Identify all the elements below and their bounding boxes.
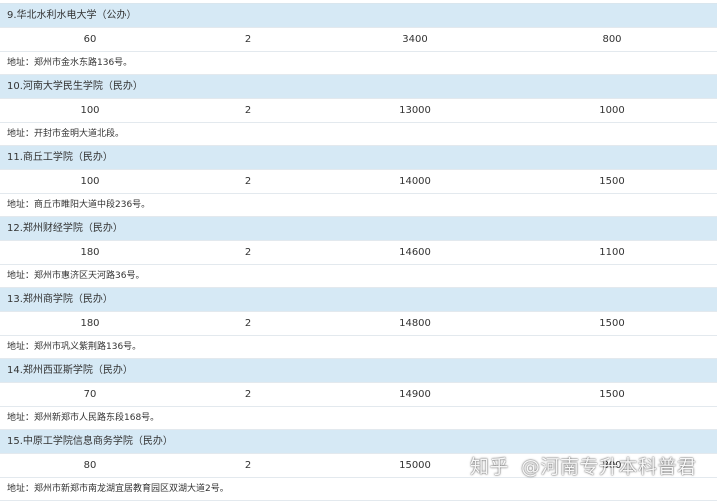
value-cell: 100 [80, 105, 100, 116]
value-cell: 60 [83, 34, 97, 45]
school-address: 地址：郑州市新郑市南龙湖宜居教育园区双湖大道2号。 [0, 478, 717, 501]
school-values-row: 60 2 3400 800 [0, 28, 717, 52]
value-cell: 180 [80, 318, 100, 329]
school-values-row: 70 2 14900 1500 [0, 383, 717, 407]
school-block-13: 13.郑州商学院（民办） 180 2 14800 1500 地址：郑州市巩义紫荆… [0, 288, 717, 359]
value-cell: 1500 [599, 176, 625, 187]
school-address: 地址：郑州新郑市人民路东段168号。 [0, 407, 717, 430]
school-values-row: 100 2 13000 1000 [0, 99, 717, 123]
value-cell: 80 [83, 460, 97, 471]
value-cell: 14900 [399, 389, 431, 400]
school-table: 9.华北水利水电大学（公办） 60 2 3400 800 地址：郑州市金水东路1… [0, 3, 717, 501]
value-cell: 2 [244, 176, 252, 187]
school-values-row: 180 2 14800 1500 [0, 312, 717, 336]
zhihu-watermark: 知乎 @河南专升本科普君 [470, 450, 697, 480]
value-cell: 70 [83, 389, 97, 400]
school-block-14: 14.郑州西亚斯学院（民办） 70 2 14900 1500 地址：郑州新郑市人… [0, 359, 717, 430]
school-values-row: 100 2 14000 1500 [0, 170, 717, 194]
value-cell: 14600 [399, 247, 431, 258]
school-name: 9.华北水利水电大学（公办） [0, 4, 717, 28]
school-values-row: 180 2 14600 1100 [0, 241, 717, 265]
school-block-10: 10.河南大学民生学院（民办） 100 2 13000 1000 地址：开封市金… [0, 75, 717, 146]
watermark-author: @河南专升本科普君 [521, 455, 697, 478]
school-block-9: 9.华北水利水电大学（公办） 60 2 3400 800 地址：郑州市金水东路1… [0, 4, 717, 75]
school-address: 地址：郑州市惠济区天河路36号。 [0, 265, 717, 288]
value-cell: 100 [80, 176, 100, 187]
value-cell: 15000 [399, 460, 431, 471]
value-cell: 1500 [599, 389, 625, 400]
value-cell: 1000 [599, 105, 625, 116]
school-name: 10.河南大学民生学院（民办） [0, 75, 717, 99]
watermark-brand: 知乎 [470, 455, 510, 478]
value-cell: 3400 [402, 34, 428, 45]
value-cell: 180 [80, 247, 100, 258]
value-cell: 2 [244, 247, 252, 258]
value-cell: 2 [244, 34, 252, 45]
school-address: 地址：郑州市金水东路136号。 [0, 52, 717, 75]
school-block-11: 11.商丘工学院（民办） 100 2 14000 1500 地址：商丘市睢阳大道… [0, 146, 717, 217]
value-cell: 2 [244, 389, 252, 400]
value-cell: 1100 [599, 247, 625, 258]
school-name: 12.郑州财经学院（民办） [0, 217, 717, 241]
school-name: 13.郑州商学院（民办） [0, 288, 717, 312]
school-name: 11.商丘工学院（民办） [0, 146, 717, 170]
value-cell: 14000 [399, 176, 431, 187]
value-cell: 14800 [399, 318, 431, 329]
value-cell: 1500 [599, 318, 625, 329]
value-cell: 2 [244, 460, 252, 471]
school-block-12: 12.郑州财经学院（民办） 180 2 14600 1100 地址：郑州市惠济区… [0, 217, 717, 288]
school-address: 地址：开封市金明大道北段。 [0, 123, 717, 146]
value-cell: 800 [602, 34, 622, 45]
school-address: 地址：郑州市巩义紫荆路136号。 [0, 336, 717, 359]
value-cell: 2 [244, 318, 252, 329]
value-cell: 2 [244, 105, 252, 116]
value-cell: 13000 [399, 105, 431, 116]
school-name: 14.郑州西亚斯学院（民办） [0, 359, 717, 383]
school-address: 地址：商丘市睢阳大道中段236号。 [0, 194, 717, 217]
